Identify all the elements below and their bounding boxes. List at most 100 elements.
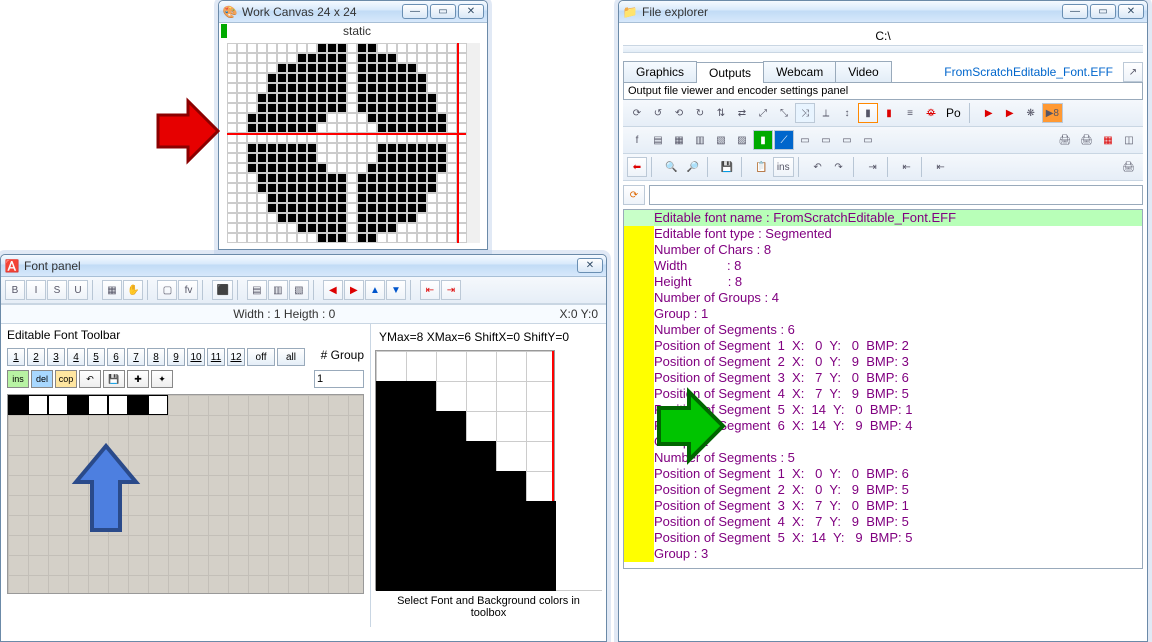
shift-left-button[interactable]: ◀	[323, 280, 343, 300]
delete-button[interactable]: del	[31, 370, 53, 388]
save-button[interactable]: 💾	[717, 157, 737, 177]
overlay-button[interactable]: ◫	[1119, 130, 1139, 150]
char-preview-grid[interactable]	[375, 350, 555, 590]
glyph-cell[interactable]	[148, 395, 168, 415]
char-slot-9[interactable]: 9	[167, 348, 185, 366]
tool-icon[interactable]: ▭	[816, 130, 836, 150]
save-button[interactable]: 💾	[103, 370, 125, 388]
ins-toggle[interactable]: ins	[773, 157, 794, 177]
blue-tool[interactable]: ⟋	[774, 130, 794, 150]
file-explorer-titlebar[interactable]: 📁 File explorer — ▭ ✕	[619, 1, 1147, 23]
char-slot-10[interactable]: 10	[187, 348, 205, 366]
tool-icon[interactable]: ⟳	[627, 103, 647, 123]
outdent-button[interactable]: ⇤	[897, 157, 917, 177]
strike-button[interactable]: S	[47, 280, 67, 300]
dedent-button[interactable]: ⇤	[931, 157, 951, 177]
shift-down-button[interactable]: ▼	[386, 280, 406, 300]
tool-icon[interactable]: ▮	[879, 103, 899, 123]
char-slot-2[interactable]: 2	[27, 348, 45, 366]
close-button[interactable]: ✕	[1118, 4, 1144, 19]
copy-button[interactable]: 📋	[751, 157, 771, 177]
char-slot-5[interactable]: 5	[87, 348, 105, 366]
green-tool[interactable]: ▮	[753, 130, 773, 150]
tool-icon[interactable]: ↕	[837, 103, 857, 123]
shift-up-button[interactable]: ▲	[365, 280, 385, 300]
char-slot-8[interactable]: 8	[147, 348, 165, 366]
tool-icon[interactable]: ↺	[648, 103, 668, 123]
all-button[interactable]: all	[277, 348, 305, 366]
char-slot-7[interactable]: 7	[127, 348, 145, 366]
tab-graphics[interactable]: Graphics	[623, 61, 697, 82]
fv-button[interactable]: fv	[178, 280, 198, 300]
glyph-cell[interactable]	[8, 395, 28, 415]
maximize-button[interactable]: ▭	[1090, 4, 1116, 19]
char-slot-4[interactable]: 4	[67, 348, 85, 366]
sel-tool-2[interactable]: ▥	[268, 280, 288, 300]
delete-page-button[interactable]: ▦	[1098, 130, 1118, 150]
tool-icon[interactable]: ↻	[690, 103, 710, 123]
print-button[interactable]: 🖨	[1055, 130, 1076, 150]
tool-icon[interactable]: ⇄	[732, 103, 752, 123]
sel-tool-3[interactable]: ▧	[289, 280, 309, 300]
tool-icon[interactable]: ⟲	[669, 103, 689, 123]
sel-tool-1[interactable]: ▤	[247, 280, 267, 300]
tool-icon[interactable]: ⤡	[774, 103, 794, 123]
tool-icon[interactable]: ▶	[1000, 103, 1020, 123]
tab-outputs[interactable]: Outputs	[696, 62, 764, 83]
insert-button[interactable]: ins	[7, 370, 29, 388]
orange-tool[interactable]: ▶8	[1042, 103, 1063, 123]
tool-icon[interactable]: ⟂	[816, 103, 836, 123]
bold-button[interactable]: B	[5, 280, 25, 300]
tool-icon[interactable]: ▶	[979, 103, 999, 123]
italic-button[interactable]: I	[26, 280, 46, 300]
tool-icon[interactable]: ▦	[669, 130, 689, 150]
pixel-grid[interactable]	[227, 43, 479, 243]
shape-tool-button[interactable]: ⬛	[212, 280, 232, 300]
off-button[interactable]: off	[247, 348, 275, 366]
tab-video[interactable]: Video	[835, 61, 891, 82]
flip-v-button[interactable]: ⇥	[441, 280, 461, 300]
tool-icon[interactable]: ⤢	[753, 103, 773, 123]
undo-button[interactable]: ↶	[79, 370, 101, 388]
tool-icon[interactable]: ▭	[837, 130, 857, 150]
undo-button[interactable]: ↶	[808, 157, 828, 177]
redo-button[interactable]: ↷	[829, 157, 849, 177]
indent-button[interactable]: ⇥	[863, 157, 883, 177]
tool-y-button[interactable]: ✦	[151, 370, 173, 388]
find-next-button[interactable]: 🔎	[682, 157, 702, 177]
work-canvas-titlebar[interactable]: 🎨 Work Canvas 24 x 24 — ▭ ✕	[219, 1, 487, 23]
vscrollbar[interactable]	[466, 43, 480, 243]
marker-tool[interactable]: ▮	[858, 103, 878, 123]
fill-tool-button[interactable]: ▢	[157, 280, 177, 300]
minimize-button[interactable]: —	[1062, 4, 1088, 19]
glyph-cell[interactable]	[48, 395, 68, 415]
tool-icon[interactable]: ▭	[795, 130, 815, 150]
maximize-button[interactable]: ▭	[430, 4, 456, 19]
tool-icon[interactable]: ▨	[732, 130, 752, 150]
open-file-link[interactable]: FromScratchEditable_Font.EFF	[938, 62, 1119, 82]
hand-tool-button[interactable]: ✋	[123, 280, 143, 300]
char-slot-11[interactable]: 11	[207, 348, 225, 366]
filter-input[interactable]	[649, 185, 1143, 205]
close-button[interactable]: ✕	[577, 258, 603, 273]
minimize-button[interactable]: —	[402, 4, 428, 19]
tool-icon[interactable]: f	[627, 130, 647, 150]
glyph-cell[interactable]	[128, 395, 148, 415]
glyph-cell[interactable]	[28, 395, 48, 415]
tool-icon[interactable]: ▧	[711, 130, 731, 150]
glyph-strip[interactable]	[7, 394, 364, 594]
refresh-icon[interactable]: ⟳	[623, 185, 645, 205]
pixel-canvas-area[interactable]	[227, 43, 479, 243]
glyph-cell[interactable]	[88, 395, 108, 415]
tool-icon[interactable]: ⚙	[921, 103, 941, 123]
highlighted-tool[interactable]: ⤨	[795, 103, 815, 123]
record-button[interactable]: ⬅	[627, 157, 647, 177]
find-button[interactable]: 🔍	[661, 157, 681, 177]
char-slot-6[interactable]: 6	[107, 348, 125, 366]
underline-button[interactable]: U	[68, 280, 88, 300]
copy-button[interactable]: cop	[55, 370, 77, 388]
glyph-cell[interactable]	[68, 395, 88, 415]
tool-icon[interactable]: ❋	[1021, 103, 1041, 123]
tool-icon[interactable]: ▭	[858, 130, 878, 150]
expand-button[interactable]: ↗	[1123, 62, 1143, 82]
